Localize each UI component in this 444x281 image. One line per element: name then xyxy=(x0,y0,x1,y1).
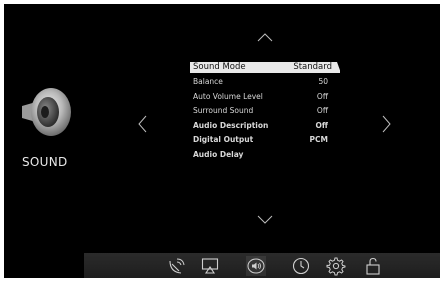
menu-item-value: PCM xyxy=(309,135,328,145)
menu-item-surround-sound[interactable]: Surround Sound Off xyxy=(190,104,340,119)
menu-item-sound-mode[interactable]: Sound Mode Standard xyxy=(190,62,341,73)
settings-icon[interactable] xyxy=(326,256,346,276)
menu-item-value: 50 xyxy=(318,77,328,86)
left-arrow-icon[interactable] xyxy=(138,115,147,133)
speaker-icon xyxy=(22,88,71,136)
menu-item-audio-delay[interactable]: Audio Delay xyxy=(190,148,340,163)
menu-item-audio-description[interactable]: Audio Description Off xyxy=(190,119,340,134)
menu-item-label: Digital Output xyxy=(193,135,254,145)
menu-item-label: Auto Volume Level xyxy=(193,91,263,101)
lock-icon[interactable] xyxy=(363,256,383,276)
menu-item-value: Off xyxy=(315,120,328,130)
satellite-icon[interactable] xyxy=(167,256,187,276)
menu-item-balance[interactable]: Balance 50 xyxy=(190,75,340,90)
sound-icon[interactable] xyxy=(246,256,266,276)
section-title: SOUND xyxy=(22,155,68,169)
bottom-menu-bar xyxy=(84,253,440,278)
menu-item-label: Audio Description xyxy=(193,120,269,130)
menu-item-label: Surround Sound xyxy=(193,106,254,116)
tv-screen: SOUND Sound Mode Standard Balance 50 Aut… xyxy=(4,4,440,278)
menu-item-label: Sound Mode xyxy=(193,62,246,72)
clock-icon[interactable] xyxy=(291,256,311,276)
up-arrow-icon[interactable] xyxy=(257,33,273,42)
right-arrow-icon[interactable] xyxy=(382,115,391,133)
menu-item-value: Off xyxy=(316,91,328,101)
menu-item-label: Balance xyxy=(193,77,223,86)
menu-item-label: Audio Delay xyxy=(193,149,244,159)
menu-item-digital-output[interactable]: Digital Output PCM xyxy=(190,133,340,148)
down-arrow-icon[interactable] xyxy=(257,215,273,224)
menu-item-value: Standard xyxy=(293,62,332,72)
menu-item-auto-volume-level[interactable]: Auto Volume Level Off xyxy=(190,90,340,105)
menu-item-value: Off xyxy=(316,106,328,116)
sound-menu: Sound Mode Standard Balance 50 Auto Volu… xyxy=(190,62,341,163)
screen-icon[interactable] xyxy=(200,256,220,276)
